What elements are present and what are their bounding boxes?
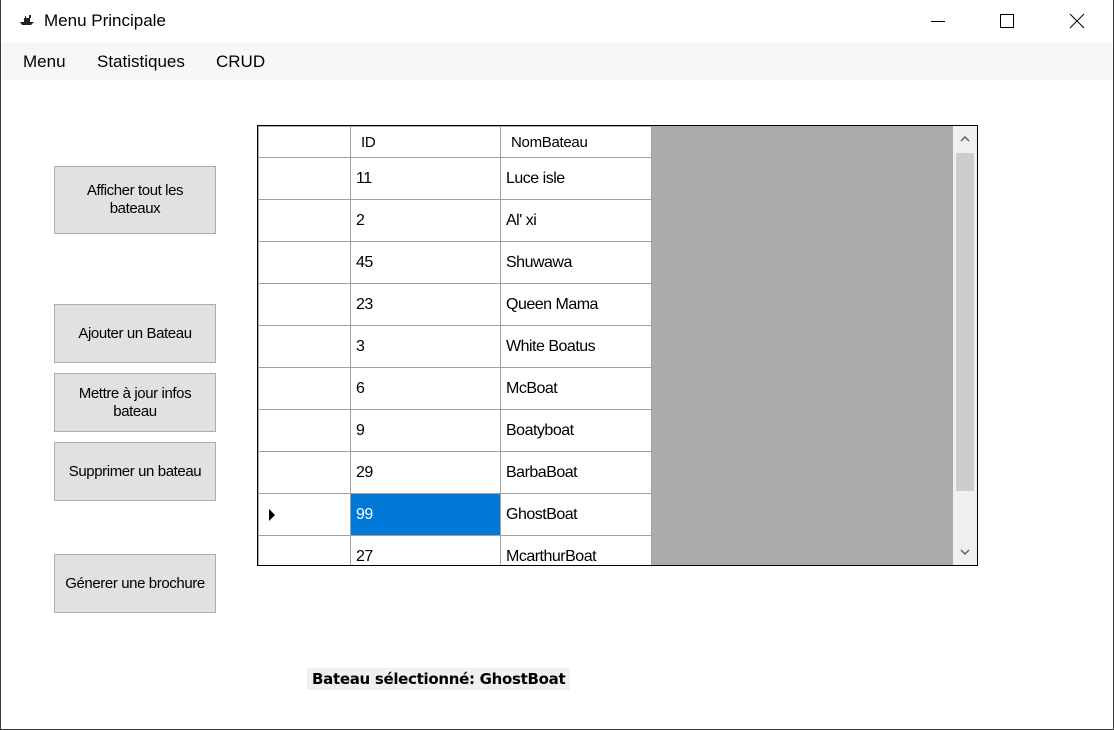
- cell-text: 27: [356, 548, 373, 565]
- add-boat-button[interactable]: Ajouter un Bateau: [54, 304, 216, 363]
- row-header-cell[interactable]: [259, 452, 351, 494]
- maximize-icon: [1000, 14, 1014, 28]
- boats-data-grid[interactable]: ID NomBateau 11 Luce isle 2 Al' xi 45 Shuwawa…: [257, 125, 978, 566]
- table-row[interactable]: 45 Shuwawa: [259, 242, 652, 284]
- row-header-cell[interactable]: [259, 200, 351, 242]
- table-row[interactable]: 23 Queen Mama: [259, 284, 652, 326]
- cell-id[interactable]: 3: [351, 326, 501, 368]
- maximize-button[interactable]: [972, 0, 1042, 43]
- cell-id[interactable]: 45: [351, 242, 501, 284]
- cell-text: Luce isle: [506, 170, 565, 187]
- table-row[interactable]: 6 McBoat: [259, 368, 652, 410]
- row-header-cell[interactable]: [259, 368, 351, 410]
- cell-text: McBoat: [506, 380, 558, 397]
- table-row[interactable]: 9 Boatyboat: [259, 410, 652, 452]
- menu-item-crud[interactable]: CRUD: [216, 52, 265, 72]
- table-row[interactable]: 99 GhostBoat: [259, 494, 652, 536]
- scrollbar-thumb[interactable]: [956, 153, 974, 491]
- cell-nombateau[interactable]: Queen Mama: [501, 284, 652, 326]
- cell-text: BarbaBoat: [506, 464, 578, 481]
- cell-id[interactable]: 6: [351, 368, 501, 410]
- row-header-cell[interactable]: [259, 536, 351, 565]
- cell-nombateau[interactable]: Al' xi: [501, 200, 652, 242]
- cell-text: 11: [356, 170, 372, 187]
- menu-item-statistiques[interactable]: Statistiques: [97, 52, 185, 72]
- cell-nombateau[interactable]: McBoat: [501, 368, 652, 410]
- cell-nombateau[interactable]: Shuwawa: [501, 242, 652, 284]
- cell-text: McarthurBoat: [506, 548, 597, 565]
- cell-id[interactable]: 27: [351, 536, 501, 565]
- table-row[interactable]: 27 McarthurBoat: [259, 536, 652, 565]
- row-header-corner[interactable]: [259, 127, 351, 158]
- cell-text: Shuwawa: [506, 254, 572, 271]
- cell-id[interactable]: 29: [351, 452, 501, 494]
- cell-text: Boatyboat: [506, 422, 574, 439]
- table-row[interactable]: 3 White Boatus: [259, 326, 652, 368]
- cell-id[interactable]: 9: [351, 410, 501, 452]
- boat-icon: [20, 15, 34, 25]
- table-row[interactable]: 11 Luce isle: [259, 158, 652, 200]
- selected-boat-label: Bateau sélectionné: GhostBoat: [307, 668, 571, 690]
- scroll-up-button[interactable]: [953, 126, 977, 152]
- row-header-cell[interactable]: [259, 326, 351, 368]
- column-header-label: ID: [361, 134, 376, 151]
- cell-nombateau[interactable]: White Boatus: [501, 326, 652, 368]
- cell-id[interactable]: 2: [351, 200, 501, 242]
- cell-text: 23: [356, 296, 373, 313]
- cell-id[interactable]: 11: [351, 158, 501, 200]
- delete-boat-button[interactable]: Supprimer un bateau: [54, 442, 216, 501]
- cell-text: GhostBoat: [506, 506, 578, 523]
- scroll-down-button[interactable]: [953, 539, 977, 565]
- chevron-up-icon: [960, 136, 970, 142]
- cell-text: 6: [356, 380, 365, 397]
- row-header-cell[interactable]: [259, 242, 351, 284]
- generate-brochure-button[interactable]: Génerer une brochure: [54, 554, 216, 613]
- column-header-label: NomBateau: [511, 134, 588, 151]
- minimize-button[interactable]: [903, 0, 973, 43]
- title-bar[interactable]: Menu Principale: [1, 0, 1113, 43]
- table-row[interactable]: 29 BarbaBoat: [259, 452, 652, 494]
- cell-text: 29: [356, 464, 373, 481]
- row-header-cell[interactable]: [259, 410, 351, 452]
- vertical-scrollbar[interactable]: [953, 126, 977, 565]
- cell-text: White Boatus: [506, 338, 596, 355]
- main-window: Menu Principale Menu Statistiques CRUD A…: [0, 0, 1114, 730]
- column-header-nombateau[interactable]: NomBateau: [501, 127, 652, 158]
- cell-text: 3: [356, 338, 365, 355]
- cell-text: 99: [356, 506, 373, 523]
- cell-nombateau[interactable]: BarbaBoat: [501, 452, 652, 494]
- show-all-boats-button[interactable]: Afficher tout les bateaux: [54, 166, 216, 234]
- cell-text: 45: [356, 254, 373, 271]
- close-icon: [1069, 13, 1085, 29]
- table-row[interactable]: 2 Al' xi: [259, 200, 652, 242]
- close-button[interactable]: [1042, 0, 1112, 43]
- column-header-id[interactable]: ID: [351, 127, 501, 158]
- cell-text: Al' xi: [506, 212, 537, 229]
- cell-text: 2: [356, 212, 365, 229]
- cell-nombateau[interactable]: GhostBoat: [501, 494, 652, 536]
- cell-nombateau[interactable]: McarthurBoat: [501, 536, 652, 565]
- row-header-cell[interactable]: [259, 158, 351, 200]
- cell-text: Queen Mama: [506, 296, 598, 313]
- menu-bar: Menu Statistiques CRUD: [1, 43, 1113, 80]
- chevron-down-icon: [960, 549, 970, 555]
- update-boat-button[interactable]: Mettre à jour infos bateau: [54, 373, 216, 432]
- cell-nombateau[interactable]: Luce isle: [501, 158, 652, 200]
- current-row-arrow-icon: [269, 509, 275, 521]
- cell-id[interactable]: 99: [351, 494, 501, 536]
- cell-text: 9: [356, 422, 365, 439]
- minimize-icon: [931, 21, 945, 22]
- menu-item-menu[interactable]: Menu: [23, 52, 66, 72]
- window-title: Menu Principale: [44, 11, 166, 30]
- cell-id[interactable]: 23: [351, 284, 501, 326]
- cell-nombateau[interactable]: Boatyboat: [501, 410, 652, 452]
- row-header-cell[interactable]: [259, 494, 351, 536]
- row-header-cell[interactable]: [259, 284, 351, 326]
